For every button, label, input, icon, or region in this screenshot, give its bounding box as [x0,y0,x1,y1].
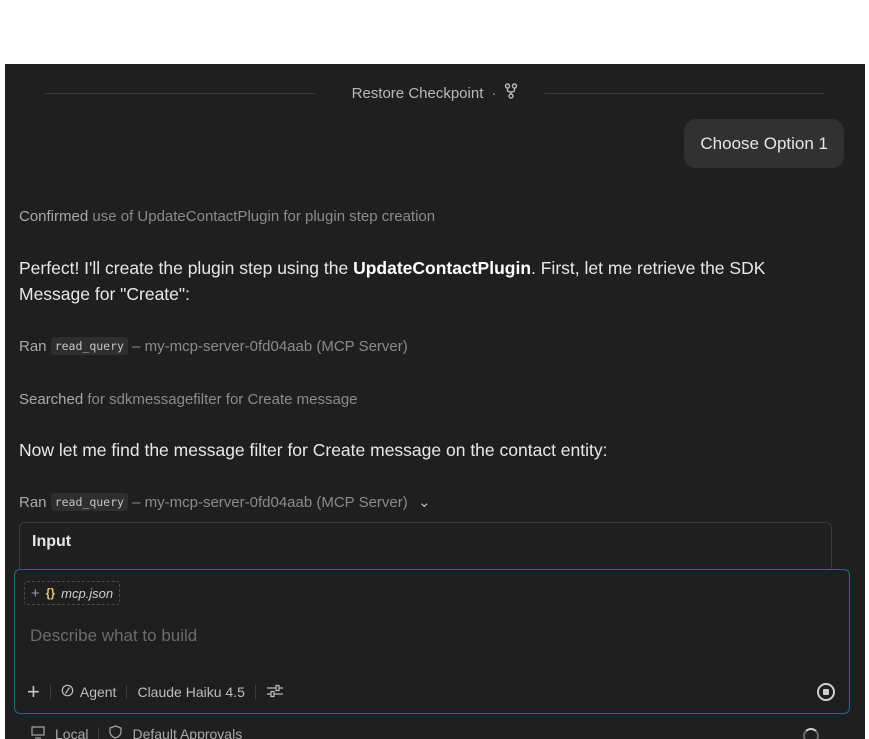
agent-icon [61,684,74,700]
assistant-message: Perfect! I'll create the plugin step usi… [19,255,805,307]
message-text-a: Perfect! I'll create the plugin step usi… [19,258,354,278]
user-message-text: Choose Option 1 [700,133,828,153]
model-picker[interactable]: Claude Haiku 4.5 [137,684,244,700]
add-button[interactable]: + [27,681,40,703]
toolbar-divider [254,685,256,699]
context-file-chip[interactable]: + {} mcp.json [24,581,121,605]
divider-left [45,93,315,94]
git-branch-icon[interactable] [504,83,518,103]
step-verb: Confirmed [19,208,89,225]
status-bar: Local Default Approvals [31,725,242,739]
status-divider [98,726,100,739]
separator-dot: · [491,84,497,102]
ran-tool-step-expanded[interactable]: Ran read_query – my-mcp-server-0fd04aab … [19,493,431,511]
step-verb: Ran [19,338,47,355]
restore-checkpoint-label[interactable]: Restore Checkpoint [352,85,484,102]
restore-checkpoint[interactable]: Restore Checkpoint · [5,82,865,104]
chevron-down-icon[interactable]: ⌄ [418,493,431,511]
step-verb: Ran [19,494,47,511]
confirmed-step[interactable]: Confirmed use of UpdateContactPlugin for… [19,208,435,225]
chat-composer[interactable]: + {} mcp.json Describe what to build + A… [14,569,850,714]
divider-right [545,93,825,94]
ran-tool-step[interactable]: Ran read_query – my-mcp-server-0fd04aab … [19,337,408,355]
add-context-icon[interactable]: + [31,585,40,602]
shield-icon[interactable] [109,725,123,739]
json-file-icon: {} [45,586,56,600]
context-file-name: mcp.json [61,585,114,601]
toolbar-divider [126,685,128,699]
local-label[interactable]: Local [55,726,88,739]
step-detail: – my-mcp-server-0fd04aab (MCP Server) [132,494,408,511]
step-verb: Searched [19,391,84,408]
chat-input[interactable]: Describe what to build [30,626,197,646]
step-detail: – my-mcp-server-0fd04aab (MCP Server) [132,338,408,355]
message-plugin-name: UpdateContactPlugin [353,258,532,278]
stop-button[interactable] [817,683,835,701]
agent-mode-picker[interactable]: Agent [61,684,117,700]
tool-name: read_query [50,493,128,511]
agent-mode-label: Agent [79,684,117,700]
settings-sliders-icon[interactable] [266,683,284,702]
step-detail: for sdkmessagefilter for Create message [87,391,358,408]
loading-spinner-icon [803,728,819,739]
tool-input-header: Input [32,533,72,550]
chat-panel: Restore Checkpoint · Choose Option 1 Con… [5,64,865,739]
local-icon[interactable] [31,725,45,739]
tool-name: read_query [50,337,128,355]
assistant-message-2: Now let me find the message filter for C… [19,437,805,463]
user-message-bubble[interactable]: Choose Option 1 [684,119,844,168]
searched-step[interactable]: Searched for sdkmessagefilter for Create… [19,391,358,408]
toolbar-divider [49,685,51,699]
step-detail: use of UpdateContactPlugin for plugin st… [92,208,436,225]
approvals-label[interactable]: Default Approvals [132,726,242,739]
composer-toolbar: + Agent Claude Haiku 4.5 [27,680,284,704]
message-text: Now let me find the message filter for C… [19,440,608,460]
